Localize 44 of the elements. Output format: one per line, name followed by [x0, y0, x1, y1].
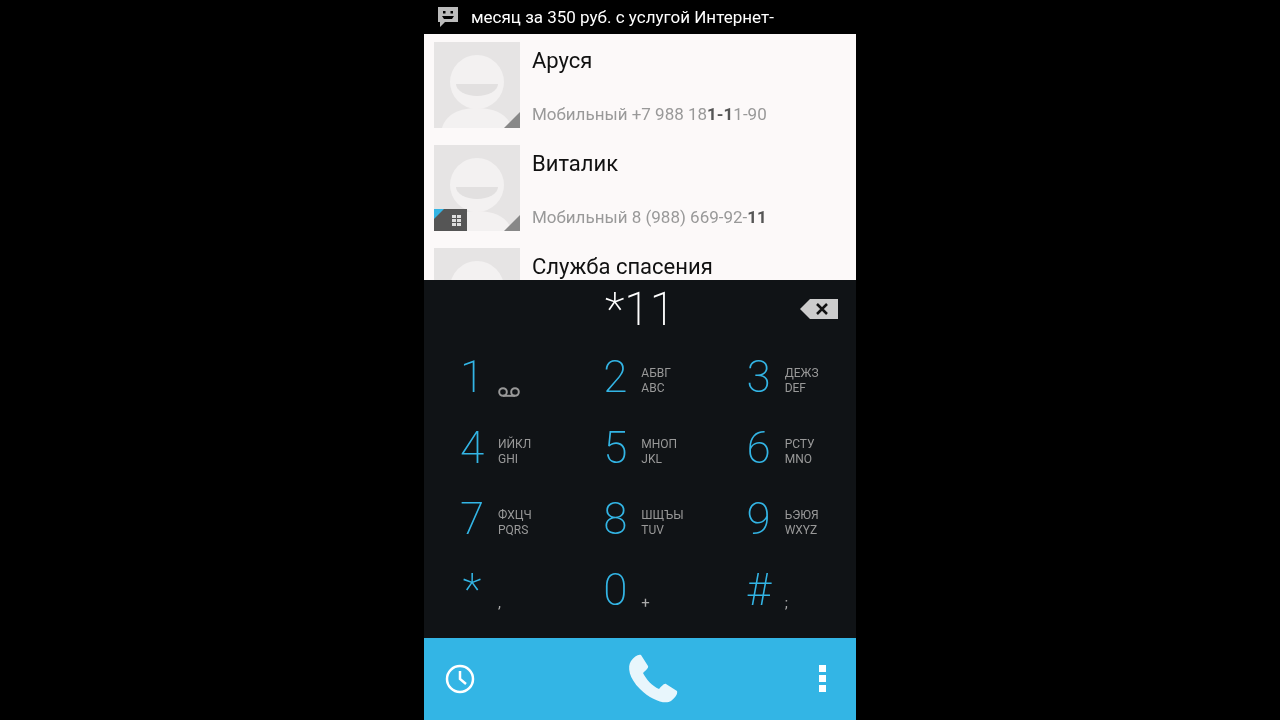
contact-name[interactable]: Виталик — [532, 151, 767, 176]
key-letters: GHI — [498, 452, 519, 467]
key-letters: MNO — [784, 452, 813, 467]
dial-digit[interactable]: 3 — [744, 355, 773, 399]
key-letters: ШЩЪЫ — [641, 508, 684, 523]
dial-digit[interactable]: 0 — [601, 568, 630, 612]
key-symbol: + — [641, 594, 650, 612]
key-letters: DEF — [784, 381, 807, 396]
dial-digit[interactable]: 8 — [601, 497, 630, 541]
key-letters: ФХЦЧ — [498, 508, 532, 523]
notification-ticker: месяц за 350 руб. с услугой Интернет- — [471, 7, 774, 27]
dial-digit[interactable]: 9 — [744, 497, 773, 541]
key-letters: РСТУ — [784, 437, 815, 452]
key-symbol: , — [498, 594, 501, 612]
call-history-icon[interactable] — [445, 664, 475, 694]
message-icon — [437, 6, 459, 28]
contact-number: Мобильный +7 988 181-11-90 — [532, 104, 767, 124]
contact-name[interactable]: Аруся — [532, 48, 767, 73]
dial-digit[interactable]: 4 — [458, 426, 486, 470]
key-symbol: ; — [784, 594, 788, 612]
menu-icon[interactable] — [818, 664, 828, 694]
key-letters: JKL — [641, 452, 663, 467]
dial-digit[interactable]: * — [458, 568, 486, 612]
key-letters: ИЙКЛ — [498, 437, 532, 452]
key-letters: ЬЭЮЯ — [784, 508, 819, 523]
key-letters: ABC — [641, 381, 666, 396]
dial-digit[interactable]: 1 — [458, 355, 486, 399]
key-letters: АБВГ — [641, 366, 671, 381]
dial-digit[interactable]: # — [744, 568, 773, 612]
key-letters: PQRS — [498, 523, 530, 538]
contact-number: Мобильный 8 (988) 669-92-11 — [532, 207, 767, 227]
key-letters: МНОП — [641, 437, 678, 452]
dial-digit[interactable]: 2 — [601, 355, 630, 399]
dialed-number: *11 — [605, 282, 675, 336]
key-letters: TUV — [641, 523, 665, 538]
dial-digit[interactable]: 7 — [458, 497, 486, 541]
contact-photo[interactable] — [434, 145, 520, 231]
key-letters: WXYZ — [784, 523, 819, 538]
voicemail-icon — [498, 387, 520, 397]
backspace-icon[interactable] — [800, 299, 838, 319]
dial-digit[interactable]: 5 — [601, 426, 630, 470]
contact-name[interactable]: Служба спасения — [532, 254, 713, 279]
dial-digit[interactable]: 6 — [744, 426, 773, 470]
key-letters: ДЕЖЗ — [784, 366, 819, 381]
